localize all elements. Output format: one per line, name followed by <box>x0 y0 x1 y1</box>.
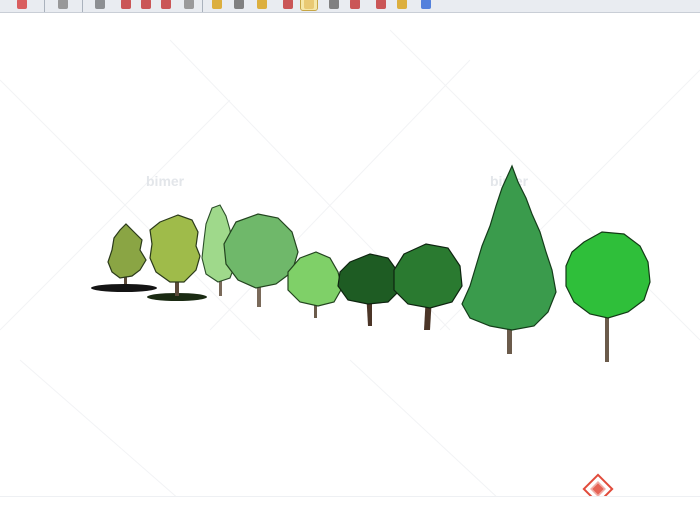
walk-button[interactable] <box>373 0 389 10</box>
look-around-icon <box>397 0 407 9</box>
model-viewport[interactable]: bimer bimer <box>0 13 700 507</box>
tree-small-olive[interactable] <box>91 223 157 292</box>
select-button[interactable] <box>14 0 30 10</box>
orbit-icon <box>283 0 293 9</box>
rectangle-button[interactable] <box>92 0 108 10</box>
tree-dark-broad[interactable] <box>393 243 463 330</box>
dimension-icon <box>234 0 244 9</box>
push-pull-button[interactable] <box>118 0 134 10</box>
tape-measure-icon <box>212 0 222 9</box>
tree-conifer[interactable] <box>461 164 557 354</box>
rotate-icon <box>141 0 151 9</box>
follow-me-icon <box>161 0 171 9</box>
pan-button[interactable] <box>300 0 318 11</box>
tree-dark-spreading[interactable] <box>337 253 401 326</box>
offset-button[interactable] <box>181 0 197 10</box>
rectangle-icon <box>95 0 105 9</box>
scene-svg: bimer bimer <box>0 29 700 505</box>
tree-medium-green[interactable] <box>223 213 299 307</box>
position-camera-icon <box>421 0 431 9</box>
zoom-extents-icon <box>350 0 360 9</box>
paint-bucket-icon <box>257 0 267 9</box>
toolbar-separator <box>202 0 203 12</box>
orbit-button[interactable] <box>280 0 296 10</box>
tree-bright-round[interactable] <box>287 251 343 318</box>
follow-me-button[interactable] <box>158 0 174 10</box>
zoom-button[interactable] <box>326 0 342 10</box>
eraser-button[interactable] <box>55 0 71 10</box>
walk-icon <box>376 0 386 9</box>
status-bar <box>0 496 700 508</box>
dimension-button[interactable] <box>231 0 247 10</box>
zoom-extents-button[interactable] <box>347 0 363 10</box>
push-pull-icon <box>121 0 131 9</box>
tape-measure-button[interactable] <box>209 0 225 10</box>
toolbar-separator <box>82 0 83 12</box>
zoom-icon <box>329 0 339 9</box>
pan-icon <box>304 0 314 9</box>
eraser-icon <box>58 0 68 9</box>
toolbar <box>0 0 700 13</box>
rotate-button[interactable] <box>138 0 154 10</box>
paint-bucket-button[interactable] <box>254 0 270 10</box>
look-around-button[interactable] <box>394 0 410 10</box>
toolbar-separator <box>44 0 45 12</box>
watermark-label-left: bimer <box>146 173 185 189</box>
position-camera-button[interactable] <box>418 0 434 10</box>
select-icon <box>17 0 27 9</box>
tree-large-leafy[interactable] <box>565 231 651 362</box>
offset-icon <box>184 0 194 9</box>
